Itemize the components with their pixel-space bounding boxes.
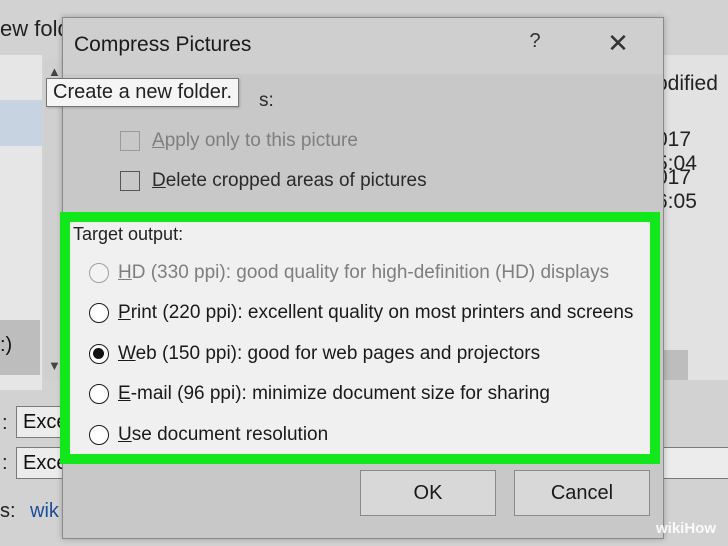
resolution-option-web[interactable]: Web (150 ppi): good for web pages and pr… — [89, 343, 540, 365]
resolution-option-key: E — [118, 383, 131, 404]
resolution-option-key: W — [118, 343, 136, 364]
save-as-type-select-extension[interactable] — [662, 447, 728, 479]
resolution-option-hd[interactable]: HD (330 ppi): good quality for high-defi… — [89, 262, 609, 284]
navigation-pane-selected-item[interactable] — [0, 100, 42, 146]
compression-options-label: s: — [259, 90, 274, 111]
delete-cropped-checkbox[interactable] — [120, 171, 140, 191]
date-modified-column-header[interactable]: odified — [656, 72, 718, 96]
save-as-type-label: : — [2, 452, 8, 474]
resolution-option-key: H — [118, 262, 132, 283]
wikihow-watermark: wikiHow — [656, 520, 717, 537]
file-date-value: 017 6:05 — [656, 166, 697, 213]
navigation-pane-item[interactable]: :) — [0, 320, 40, 375]
background-window-title: ew fold — [0, 16, 70, 41]
apply-only-label: Apply only to this picture — [152, 130, 358, 151]
close-icon[interactable]: ✕ — [601, 28, 635, 60]
ok-button[interactable]: OK — [360, 470, 496, 516]
apply-only-checkbox[interactable] — [120, 131, 140, 151]
radio-email[interactable] — [89, 383, 109, 404]
help-button[interactable]: ? — [523, 30, 547, 58]
target-output-label: Target output: — [73, 224, 184, 244]
resolution-option-label: D (330 ppi): good quality for high-defin… — [131, 262, 610, 283]
radio-web[interactable] — [89, 343, 109, 364]
scroll-down-icon[interactable]: ▼ — [48, 358, 61, 373]
authors-label: s: — [0, 500, 16, 522]
radio-hd[interactable] — [89, 262, 109, 283]
resolution-option-key: U — [118, 424, 132, 445]
radio-document[interactable] — [89, 424, 109, 445]
delete-cropped-label: Delete cropped areas of pictures — [152, 170, 427, 191]
navigation-pane-item-label: :) — [0, 334, 13, 356]
file-name-label: : — [2, 412, 8, 434]
resolution-option-label: rint (220 ppi): excellent quality on mos… — [130, 302, 634, 323]
resolution-option-label: eb (150 ppi): good for web pages and pro… — [135, 343, 541, 364]
resolution-option-key: P — [118, 302, 131, 323]
target-output-panel — [70, 222, 650, 454]
new-folder-tooltip: Create a new folder. — [46, 78, 239, 107]
scroll-up-icon[interactable]: ▲ — [48, 64, 61, 79]
dialog-title: Compress Pictures — [74, 33, 252, 56]
resolution-option-label: se document resolution — [131, 424, 329, 445]
cancel-button[interactable]: Cancel — [514, 470, 650, 516]
radio-print[interactable] — [89, 302, 109, 323]
resolution-option-label: -mail (96 ppi): minimize document size f… — [130, 383, 550, 404]
authors-link[interactable]: wik — [30, 500, 59, 523]
resolution-option-document[interactable]: Use document resolution — [89, 424, 328, 446]
resolution-option-email[interactable]: E-mail (96 ppi): minimize document size … — [89, 383, 550, 405]
resolution-option-print[interactable]: Print (220 ppi): excellent quality on mo… — [89, 302, 633, 324]
